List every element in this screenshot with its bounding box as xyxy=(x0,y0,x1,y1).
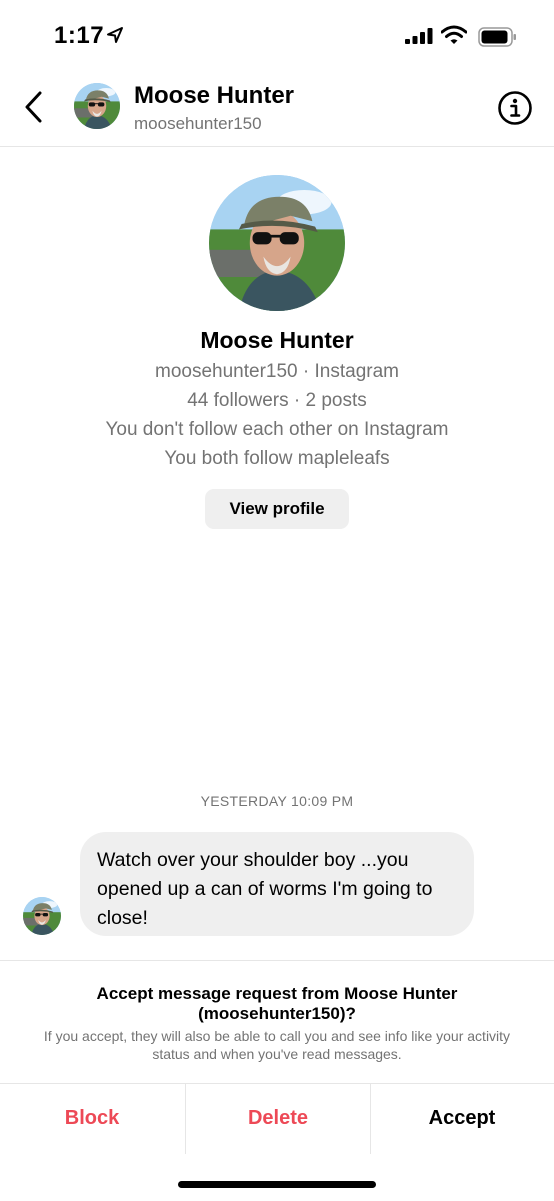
battery-icon xyxy=(478,27,516,47)
status-bar: 1:17 xyxy=(0,0,554,70)
back-chevron-icon[interactable] xyxy=(20,90,50,124)
header-avatar[interactable] xyxy=(74,83,120,129)
thread-header: Moose Hunter moosehunter150 xyxy=(0,70,554,147)
sender-avatar[interactable] xyxy=(23,897,61,935)
cellular-signal-icon xyxy=(405,28,433,44)
request-title: Accept message request from Moose Hunter… xyxy=(96,984,458,1023)
message-timestamp: YESTERDAY 10:09 PM xyxy=(200,793,354,809)
profile-handle: moosehunter150 · Instagram xyxy=(155,361,399,382)
status-time: 1:17 xyxy=(54,22,105,49)
home-indicator[interactable] xyxy=(178,1181,376,1188)
header-username[interactable]: moosehunter150 xyxy=(134,114,262,134)
wifi-icon xyxy=(441,25,467,44)
delete-button[interactable]: Delete xyxy=(185,1084,371,1154)
view-profile-button[interactable]: View profile xyxy=(205,489,349,529)
profile-avatar[interactable] xyxy=(209,175,345,311)
location-arrow-icon xyxy=(107,27,123,43)
follow-status: You don't follow each other on Instagram xyxy=(105,419,449,440)
message-bubble[interactable]: Watch over your shoulder boy ...you open… xyxy=(80,832,474,936)
profile-stats: 44 followers · 2 posts xyxy=(187,390,367,411)
accept-button[interactable]: Accept xyxy=(370,1084,554,1154)
mutual-follow: You both follow mapleleafs xyxy=(164,448,390,469)
info-icon[interactable] xyxy=(497,90,533,126)
request-description: If you accept, they will also be able to… xyxy=(43,1028,511,1062)
header-name[interactable]: Moose Hunter xyxy=(134,82,294,110)
request-actions: Block Delete Accept xyxy=(0,1083,554,1154)
profile-name: Moose Hunter xyxy=(200,327,354,353)
block-button[interactable]: Block xyxy=(0,1084,184,1154)
message-request-panel: Accept message request from Moose Hunter… xyxy=(0,960,554,1201)
